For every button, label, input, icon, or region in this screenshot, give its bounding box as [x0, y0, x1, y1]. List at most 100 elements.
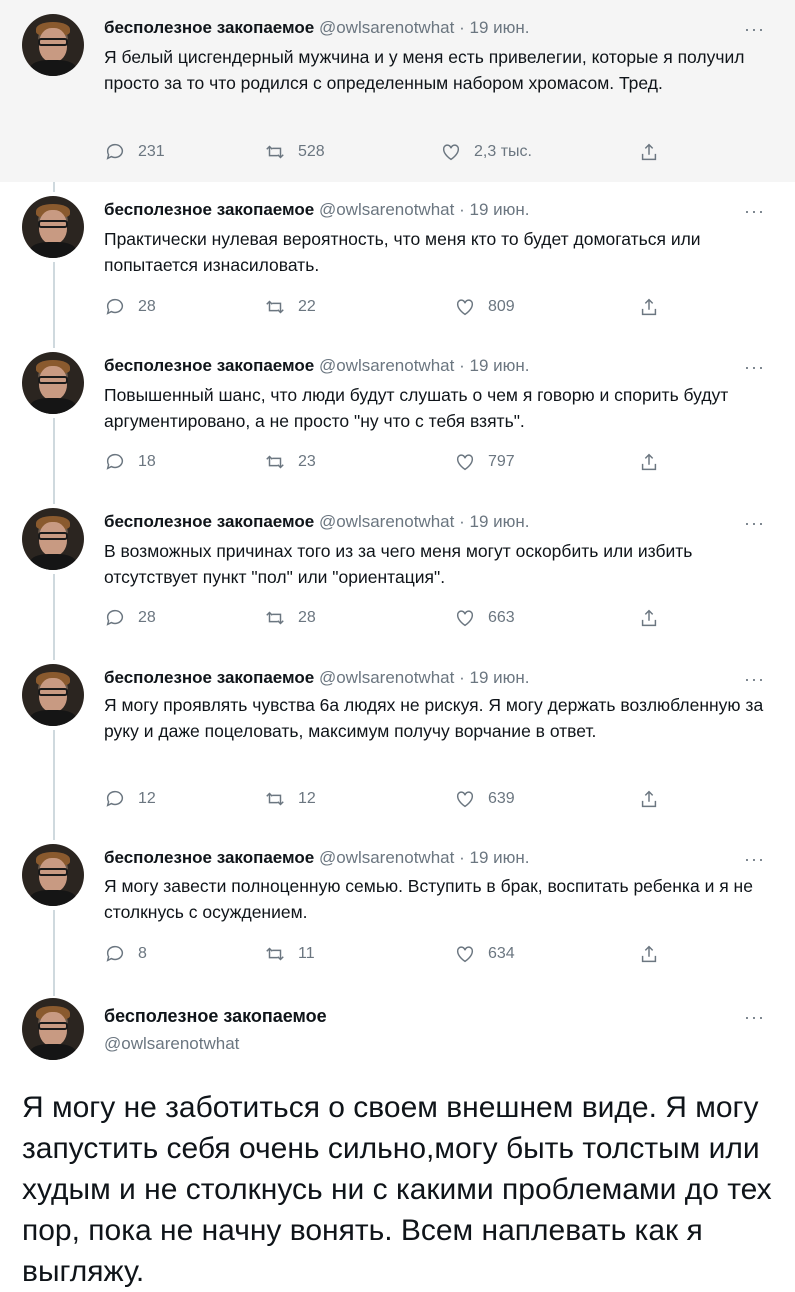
reply-icon [106, 143, 124, 160]
author-handle[interactable]: @owlsarenotwhat [319, 18, 454, 37]
tweet[interactable]: бесполезное закопаемое @owlsarenotwhat ·… [0, 182, 795, 338]
tweet-date[interactable]: 19 июн. [469, 848, 529, 867]
more-options-icon[interactable]: ··· [744, 20, 765, 38]
share-button[interactable] [638, 450, 660, 474]
share-button[interactable] [638, 787, 660, 811]
focused-tweet-text: Я могу не заботиться о своем внешнем вид… [22, 1091, 772, 1288]
avatar[interactable] [22, 14, 84, 76]
tweet[interactable]: бесполезное закопаемое @owlsarenotwhat ·… [0, 494, 795, 650]
retweet-count: 28 [298, 609, 316, 626]
tweet[interactable]: бесполезное закопаемое @owlsarenotwhat ·… [0, 338, 795, 494]
tweet-header: бесполезное закопаемое @owlsarenotwhat ·… [104, 356, 530, 375]
retweet-button[interactable]: 28 [264, 606, 316, 630]
author-handle[interactable]: @owlsarenotwhat [319, 200, 454, 219]
author-name[interactable]: бесполезное закопаемое [104, 668, 314, 687]
tweet-header: бесполезное закопаемое @owlsarenotwhat ·… [104, 512, 530, 531]
retweet-button[interactable]: 528 [264, 140, 325, 164]
focused-tweet[interactable]: бесполезное закопаемое @owlsarenotwhat ·… [0, 986, 795, 1288]
reply-button[interactable]: 28 [104, 295, 156, 319]
avatar[interactable] [22, 998, 84, 1060]
like-count: 663 [488, 609, 515, 626]
author-handle[interactable]: @owlsarenotwhat [319, 848, 454, 867]
author-name[interactable]: бесполезное закопаемое [104, 848, 314, 867]
avatar[interactable] [22, 352, 84, 414]
author-handle[interactable]: @owlsarenotwhat [319, 512, 454, 531]
tweet-date[interactable]: 19 июн. [469, 18, 529, 37]
tweet-header: бесполезное закопаемое @owlsarenotwhat ·… [104, 18, 530, 37]
more-options-icon[interactable]: ··· [744, 514, 765, 532]
reply-button[interactable]: 18 [104, 450, 156, 474]
retweet-count: 528 [298, 143, 325, 160]
share-button[interactable] [638, 942, 660, 966]
heart-icon [456, 454, 474, 471]
tweet-text: Повышенный шанс, что люди будут слушать … [104, 385, 729, 431]
tweet-date[interactable]: 19 июн. [469, 200, 529, 219]
retweet-button[interactable]: 22 [264, 295, 316, 319]
share-button[interactable] [638, 606, 660, 630]
like-button[interactable]: 663 [454, 606, 515, 630]
avatar[interactable] [22, 508, 84, 570]
tweet-header: бесполезное закопаемое @owlsarenotwhat ·… [104, 848, 530, 867]
retweet-button[interactable]: 23 [264, 450, 316, 474]
author-name[interactable]: бесполезное закопаемое [104, 1006, 327, 1027]
like-button[interactable]: 634 [454, 942, 515, 966]
more-options-icon[interactable]: ··· [744, 1008, 765, 1026]
heart-icon [442, 144, 460, 161]
like-button[interactable]: 639 [454, 787, 515, 811]
retweet-count: 12 [298, 790, 316, 807]
heart-icon [456, 791, 474, 808]
like-button[interactable]: 797 [454, 450, 515, 474]
retweet-button[interactable]: 11 [264, 942, 315, 966]
reply-button[interactable]: 8 [104, 942, 147, 966]
reply-count: 8 [138, 945, 147, 962]
tweet[interactable]: бесполезное закопаемое @owlsarenotwhat ·… [0, 650, 795, 830]
tweet-actions: 12 12 639 [104, 787, 674, 811]
retweet-button[interactable]: 12 [264, 787, 316, 811]
retweet-icon [266, 300, 284, 314]
tweet-actions: 8 11 634 [104, 942, 674, 966]
tweet-date[interactable]: 19 июн. [469, 512, 529, 531]
tweet[interactable]: бесполезное закопаемое @owlsarenotwhat ·… [0, 830, 795, 986]
author-name[interactable]: бесполезное закопаемое [104, 356, 314, 375]
tweet-text: Я могу завести полноценную семью. Вступи… [104, 876, 753, 922]
author-handle[interactable]: @owlsarenotwhat [319, 356, 454, 375]
retweet-count: 22 [298, 298, 316, 315]
avatar[interactable] [22, 196, 84, 258]
author-name[interactable]: бесполезное закопаемое [104, 18, 314, 37]
heart-icon [456, 299, 474, 316]
reply-icon [106, 790, 124, 807]
tweet-text: Я белый цисгендерный мужчина и у меня ес… [104, 47, 745, 93]
share-button[interactable] [638, 140, 660, 164]
reply-icon [106, 609, 124, 626]
more-options-icon[interactable]: ··· [744, 202, 765, 220]
like-button[interactable]: 2,3 тыс. [440, 140, 532, 164]
author-name[interactable]: бесполезное закопаемое [104, 200, 314, 219]
reply-count: 231 [138, 143, 165, 160]
share-icon [641, 609, 657, 627]
more-options-icon[interactable]: ··· [744, 850, 765, 868]
tweet-date[interactable]: 19 июн. [469, 356, 529, 375]
retweet-icon [266, 947, 284, 961]
share-button[interactable] [638, 295, 660, 319]
heart-icon [456, 946, 474, 963]
like-button[interactable]: 809 [454, 295, 515, 319]
author-handle[interactable]: @owlsarenotwhat [104, 1034, 239, 1054]
retweet-icon [266, 792, 284, 806]
tweet[interactable]: бесполезное закопаемое @owlsarenotwhat ·… [0, 0, 795, 182]
reply-button[interactable]: 231 [104, 140, 165, 164]
more-options-icon[interactable]: ··· [744, 670, 765, 688]
author-name[interactable]: бесполезное закопаемое [104, 512, 314, 531]
avatar[interactable] [22, 844, 84, 906]
retweet-icon [266, 455, 284, 469]
reply-button[interactable]: 28 [104, 606, 156, 630]
retweet-icon [266, 145, 284, 159]
author-handle[interactable]: @owlsarenotwhat [319, 668, 454, 687]
like-count: 797 [488, 453, 515, 470]
reply-button[interactable]: 12 [104, 787, 156, 811]
retweet-icon [266, 611, 284, 625]
tweet-header: бесполезное закопаемое @owlsarenotwhat ·… [104, 200, 530, 219]
reply-count: 28 [138, 609, 156, 626]
avatar[interactable] [22, 664, 84, 726]
more-options-icon[interactable]: ··· [744, 358, 765, 376]
tweet-date[interactable]: 19 июн. [469, 668, 529, 687]
